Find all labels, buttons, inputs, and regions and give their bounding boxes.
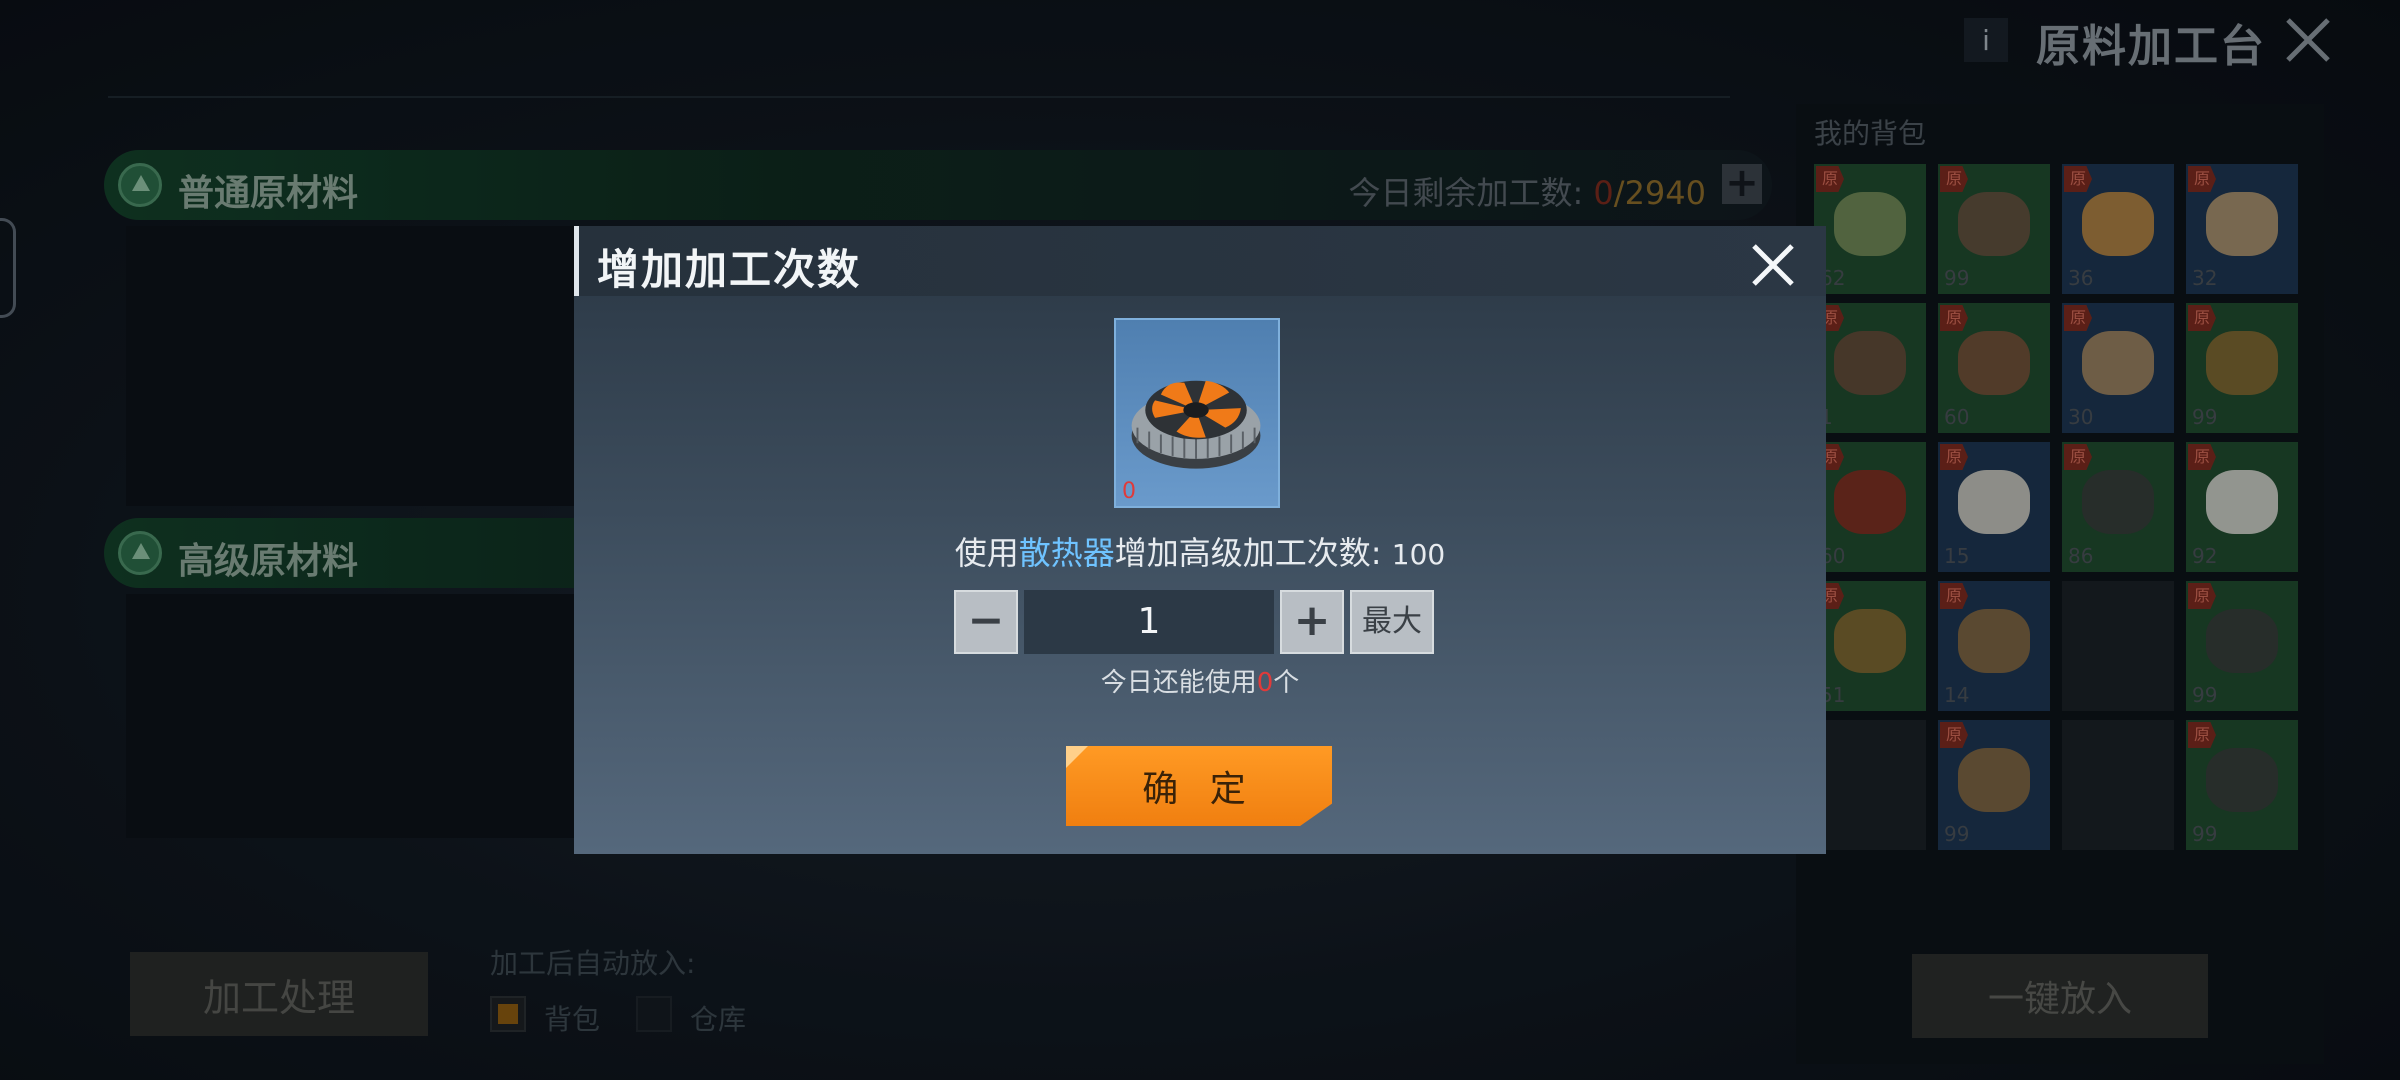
quantity-field[interactable]: 1 — [1024, 590, 1274, 654]
increase-button[interactable]: + — [1280, 590, 1344, 654]
max-button[interactable]: 最大 — [1350, 590, 1434, 654]
decrease-button[interactable]: − — [954, 590, 1018, 654]
item-name: 散热器 — [1018, 534, 1115, 572]
use-description: 使用散热器增加高级加工次数: 100 — [954, 534, 1446, 572]
add-count-dialog: 增加加工次数 0 使用散热器增加高级加工次数: 100 − 1 + 最大 今日还… — [574, 226, 1826, 854]
game-screen: i 原料加工台 普通原材料 今日剩余加工数: 0/2940 + 高级原材料 加工… — [0, 0, 2400, 1080]
remaining-uses: 今日还能使用0个 — [1100, 668, 1300, 698]
radiator-icon — [1131, 380, 1261, 469]
item-count: 0 — [1122, 479, 1136, 504]
use-amount: 100 — [1391, 538, 1446, 571]
confirm-button[interactable]: 确 定 — [1066, 746, 1332, 826]
radiator-item-slot[interactable]: 0 — [1114, 318, 1280, 508]
close-icon[interactable] — [1748, 240, 1798, 290]
dialog-title: 增加加工次数 — [597, 245, 862, 294]
dialog-header: 增加加工次数 — [574, 226, 1826, 296]
